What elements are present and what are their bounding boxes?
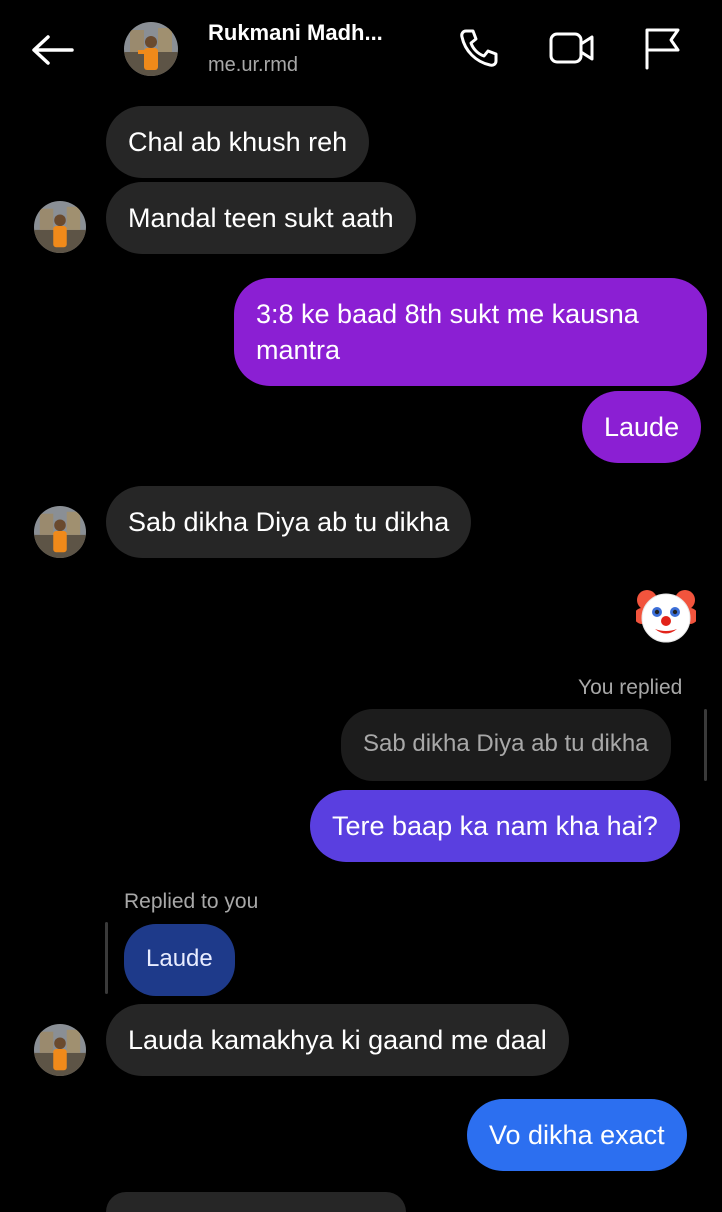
report-button[interactable] [638, 24, 686, 72]
sender-avatar[interactable] [34, 1024, 86, 1076]
contact-name[interactable]: Rukmani Madh... [208, 20, 418, 46]
reply-label: Replied to you [124, 890, 259, 913]
message-bubble[interactable]: 3:8 ke baad 8th sukt me kausna mantra [234, 278, 707, 386]
message-bubble[interactable]: Tere baap ka nam kha hai? [310, 790, 680, 862]
sender-avatar[interactable] [34, 201, 86, 253]
message-text-line: 3:8 ke baad 8th sukt me kausna [256, 299, 639, 329]
flag-icon [645, 28, 680, 70]
message-text: Mandal teen sukt aath [128, 203, 394, 233]
quote-bar [704, 709, 707, 781]
message-text: Vo dikha exact [489, 1120, 665, 1150]
quoted-text: Laude [146, 945, 213, 972]
message-text: Chal ab khush reh [128, 127, 348, 157]
message-text-line: mantra [256, 335, 341, 365]
message-text: Lauda kamakhya ki gaand me daal [128, 1025, 547, 1055]
message-text: Sab dikha Diya ab tu dikha [128, 507, 450, 537]
message-bubble[interactable]: Chal ab khush reh [106, 106, 370, 178]
quoted-message[interactable]: Sab dikha Diya ab tu dikha [341, 709, 671, 781]
contact-avatar[interactable] [124, 22, 178, 76]
message-bubble[interactable]: Sab dikha Diya ab tu dikha [106, 486, 472, 558]
message-bubble-partial [106, 1192, 406, 1212]
quoted-text: Sab dikha Diya ab tu dikha [363, 730, 649, 757]
contact-handle[interactable]: me.ur.rmd [208, 54, 298, 77]
video-camera-icon [549, 32, 594, 64]
sender-avatar[interactable] [34, 506, 86, 558]
message-text: Tere baap ka nam kha hai? [332, 811, 658, 841]
audio-call-button[interactable] [455, 24, 503, 72]
video-call-button[interactable] [548, 24, 596, 72]
phone-icon [460, 29, 498, 67]
back-button[interactable] [28, 28, 76, 72]
quoted-message[interactable]: Laude [124, 924, 235, 996]
message-text: Laude [604, 412, 680, 442]
message-bubble[interactable]: Lauda kamakhya ki gaand me daal [106, 1004, 569, 1076]
quote-bar [105, 922, 108, 994]
chat-header: Rukmani Madh... me.ur.rmd [0, 0, 722, 100]
reply-label: You replied [578, 676, 683, 699]
message-bubble[interactable]: Laude [582, 391, 702, 463]
message-bubble[interactable]: Mandal teen sukt aath [106, 182, 416, 254]
emoji-message[interactable] [634, 586, 698, 646]
clown-face-icon [634, 590, 698, 643]
message-bubble[interactable]: Vo dikha exact [467, 1099, 687, 1171]
back-arrow-icon [32, 35, 74, 65]
